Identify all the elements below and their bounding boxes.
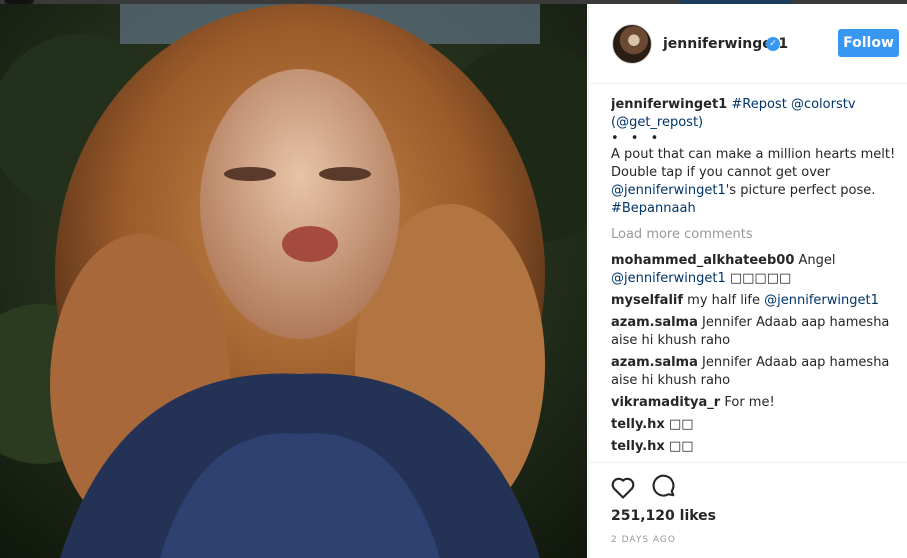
caption-mention-self[interactable]: @jenniferwinget1 (611, 183, 726, 198)
caption-mention-get-repost[interactable]: (@get_repost) (611, 115, 703, 130)
comment-text: □□ (668, 417, 694, 432)
comment-username[interactable]: telly.hx (611, 439, 665, 454)
caption-text-2: 's picture perfect pose. (725, 183, 876, 198)
comment-text: For me! (724, 395, 775, 410)
caption-dots: • • • (611, 131, 663, 146)
comment-item: telly.hx □□ (611, 438, 901, 456)
comment-item: azam.salma Jennifer Adaab aap hamesha ai… (611, 354, 901, 390)
comment-item: myselfalif my half life @jenniferwinget1 (611, 292, 901, 310)
comment-bubble-icon[interactable] (650, 473, 678, 501)
comment-mention[interactable]: @jenniferwinget1 (764, 293, 879, 308)
likes-count[interactable]: 251,120 likes (611, 508, 716, 524)
caption-hashtag-repost[interactable]: #Repost (731, 97, 786, 112)
post-side-panel: jenniferwinget1 ✓ Follow jenniferwinget1… (588, 4, 907, 558)
comment-text-after: □□□□□ (725, 271, 792, 286)
comment-text: Angel (798, 253, 836, 268)
verified-badge-icon: ✓ (766, 37, 780, 51)
post-header: jenniferwinget1 ✓ Follow (589, 4, 907, 84)
comments-list[interactable]: jenniferwinget1 #Repost @colorstv (@get_… (611, 96, 901, 464)
caption-username[interactable]: jenniferwinget1 (611, 97, 727, 112)
comment-item: azam.salma Jennifer Adaab aap hamesha ai… (611, 314, 901, 350)
comment-username[interactable]: azam.salma (611, 315, 698, 330)
post-caption: jenniferwinget1 #Repost @colorstv (@get_… (611, 96, 901, 218)
caption-text: A pout that can make a million hearts me… (611, 147, 896, 180)
comment-username[interactable]: myselfalif (611, 293, 683, 308)
post-actions: 251,120 likes 2 DAYS AGO (589, 462, 907, 558)
comment-text: my half life (687, 293, 765, 308)
load-more-comments-link[interactable]: Load more comments (611, 226, 901, 244)
heart-icon[interactable] (609, 473, 637, 501)
caption-hashtag-bepannaah[interactable]: #Bepannaah (611, 201, 696, 216)
comment-mention[interactable]: @jenniferwinget1 (611, 271, 726, 286)
follow-button[interactable]: Follow (838, 29, 899, 57)
post-photo[interactable] (0, 4, 587, 558)
comment-username[interactable]: azam.salma (611, 355, 698, 370)
comment-username[interactable]: telly.hx (611, 417, 665, 432)
comment-item: vikramaditya_r For me! (611, 394, 901, 412)
comment-text: □□ (668, 439, 694, 454)
comment-username[interactable]: mohammed_alkhateeb00 (611, 253, 794, 268)
comment-item: mohammed_alkhateeb00 Angel @jenniferwing… (611, 252, 901, 288)
comment-username[interactable]: vikramaditya_r (611, 395, 720, 410)
post-timestamp[interactable]: 2 DAYS AGO (611, 535, 676, 545)
comment-item: telly.hx □□ (611, 416, 901, 434)
avatar[interactable] (612, 24, 652, 64)
post-photo-illustration (0, 4, 587, 558)
caption-mention-colorstv[interactable]: @colorstv (791, 97, 856, 112)
